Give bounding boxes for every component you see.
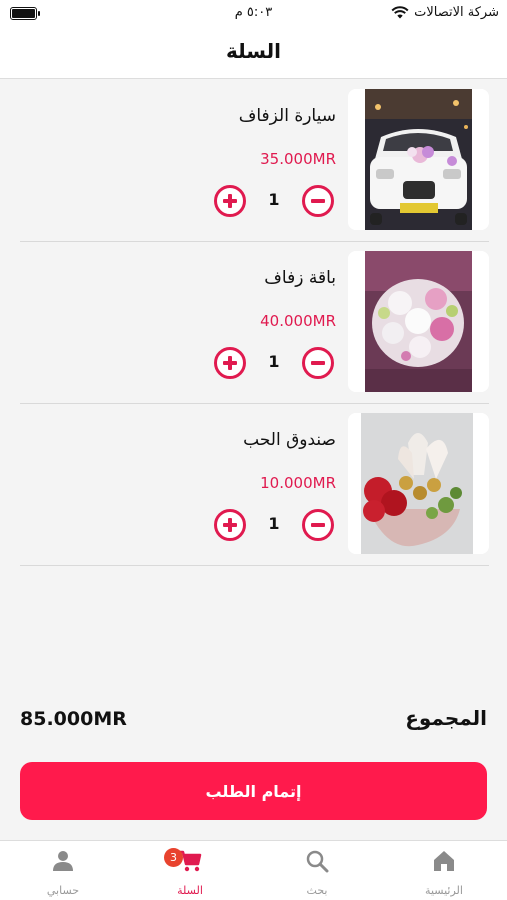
cart-item: صندوق الحب 10.000MR 1 bbox=[20, 404, 489, 566]
tab-home[interactable]: الرئيسية bbox=[381, 841, 507, 900]
tab-label: حسابي bbox=[46, 884, 80, 897]
quantity-value: 1 bbox=[268, 352, 280, 371]
decrease-quantity-button[interactable] bbox=[302, 185, 334, 217]
cart-count-badge: 3 bbox=[164, 848, 183, 867]
item-price: 35.000MR bbox=[260, 150, 336, 168]
cart-total: المجموع 85.000MR bbox=[20, 706, 487, 736]
increase-quantity-button[interactable] bbox=[214, 509, 246, 541]
item-price: 10.000MR bbox=[260, 474, 336, 492]
battery-icon bbox=[10, 7, 40, 20]
tab-search[interactable]: بحث bbox=[254, 841, 380, 900]
home-icon bbox=[434, 851, 454, 871]
decrease-quantity-button[interactable] bbox=[302, 347, 334, 379]
total-label: المجموع bbox=[405, 706, 487, 730]
quantity-stepper: 1 bbox=[214, 183, 334, 219]
decrease-quantity-button[interactable] bbox=[302, 509, 334, 541]
wedding-car-photo bbox=[348, 89, 489, 230]
tab-cart[interactable]: 3 السلة bbox=[127, 841, 253, 900]
quantity-value: 1 bbox=[268, 514, 280, 533]
item-name: باقة زفاف bbox=[264, 268, 336, 288]
increase-quantity-button[interactable] bbox=[214, 185, 246, 217]
clock: ٥:٠٣ م bbox=[234, 5, 273, 20]
quantity-stepper: 1 bbox=[214, 345, 334, 381]
quantity-value: 1 bbox=[268, 190, 280, 209]
increase-quantity-button[interactable] bbox=[214, 347, 246, 379]
page-title: السلة bbox=[225, 39, 281, 63]
item-name: سيارة الزفاف bbox=[238, 106, 336, 126]
top-bar: السلة bbox=[0, 28, 507, 79]
wedding-bouquet-photo bbox=[348, 251, 489, 392]
item-price: 40.000MR bbox=[260, 312, 336, 330]
cart-item: باقة زفاف 40.000MR 1 bbox=[20, 242, 489, 404]
cart-item: سيارة الزفاف 35.000MR 1 bbox=[20, 80, 489, 242]
checkout-button[interactable]: إتمام الطلب bbox=[20, 762, 487, 820]
tab-label: بحث bbox=[306, 884, 328, 897]
item-name: صندوق الحب bbox=[243, 430, 336, 450]
bottom-tab-bar: الرئيسية بحث 3 السلة حسابي bbox=[0, 840, 507, 900]
love-box-photo bbox=[348, 413, 489, 554]
status-bar: شركة الاتصالات ٥:٠٣ م bbox=[0, 0, 507, 28]
total-value: 85.000MR bbox=[20, 708, 127, 730]
quantity-stepper: 1 bbox=[214, 507, 334, 543]
user-icon bbox=[53, 851, 73, 871]
tab-account[interactable]: حسابي bbox=[0, 841, 126, 900]
search-icon bbox=[306, 850, 329, 873]
tab-label: السلة bbox=[177, 884, 203, 897]
tab-label: الرئيسية bbox=[425, 884, 463, 897]
